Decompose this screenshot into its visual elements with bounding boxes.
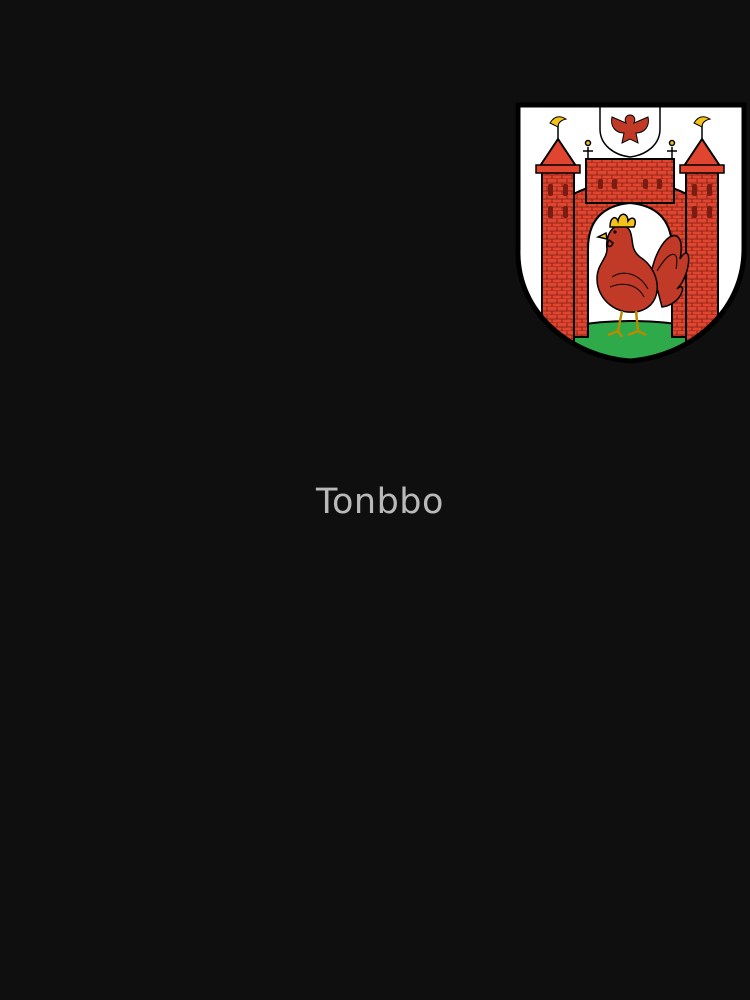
artwork-canvas: Tonbbo xyxy=(0,0,750,1000)
coat-of-arms xyxy=(515,102,747,364)
watermark-text: Tonbbo xyxy=(316,482,444,522)
eagle-inescutcheon xyxy=(599,104,661,158)
